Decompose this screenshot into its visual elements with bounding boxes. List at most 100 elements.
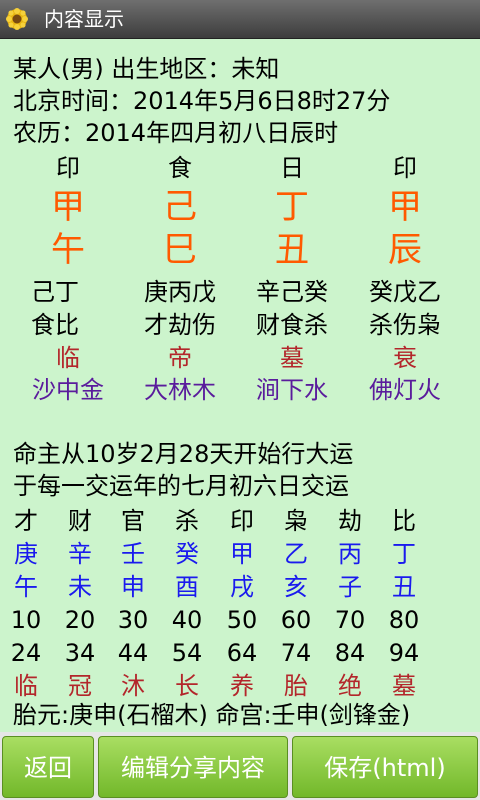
pillar-nayin: 佛灯火 <box>369 376 441 404</box>
luck-branch: 午 <box>14 573 38 601</box>
pillar-god: 日 <box>280 154 304 182</box>
pillar-hidden-gods: 杀伤枭 <box>369 311 441 339</box>
pillar-hidden-gods: 才劫伤 <box>144 311 216 339</box>
luck-god: 比 <box>392 507 416 535</box>
luck-end-age: 94 <box>388 639 420 667</box>
luck-god: 枭 <box>284 507 308 535</box>
luck-phase: 冠 <box>68 672 92 700</box>
info-line-beijing-time: 北京时间：2014年5月6日8时27分 <box>13 87 391 115</box>
pillar-hidden-gods: 财食杀 <box>256 311 328 339</box>
luck-branch: 亥 <box>284 573 308 601</box>
pillar-nayin-row: 沙中金 大林木 涧下水 佛灯火 <box>0 372 480 408</box>
pillar-phases-row: 临 帝 墓 衰 <box>0 340 480 376</box>
luck-god: 才 <box>14 507 38 535</box>
back-button[interactable]: 返回 <box>2 736 94 798</box>
luck-start-age: 10 <box>10 606 42 634</box>
pillar-phase: 墓 <box>280 344 304 372</box>
luck-branch: 戌 <box>230 573 254 601</box>
luck-start-age: 20 <box>64 606 96 634</box>
luck-stem: 甲 <box>230 540 254 568</box>
luck-start-age: 40 <box>171 606 203 634</box>
pillar-hidden-stems-row: 己丁 庚丙戊 辛己癸 癸戊乙 <box>0 274 480 310</box>
luck-start-age: 30 <box>117 606 149 634</box>
pillar-hidden-stems: 己丁 <box>31 278 79 306</box>
luck-phase: 墓 <box>392 672 416 700</box>
luck-end-age: 64 <box>226 639 258 667</box>
luck-stem: 癸 <box>175 540 199 568</box>
luck-start-age: 80 <box>388 606 420 634</box>
pillar-stem: 己 <box>163 187 197 227</box>
window-title: 内容显示 <box>44 7 124 31</box>
luck-stem: 辛 <box>68 540 92 568</box>
luck-start-age: 60 <box>280 606 312 634</box>
pillar-phase: 帝 <box>168 344 192 372</box>
pillar-stems-row: 甲 己 丁 甲 <box>0 189 480 229</box>
luck-god: 劫 <box>338 507 362 535</box>
luck-phase: 绝 <box>338 672 362 700</box>
taiyuan-minggong-line: 胎元:庚申(石榴木) 命宫:壬申(剑锋金) <box>13 701 411 729</box>
luck-stem: 丙 <box>338 540 362 568</box>
luck-end-ages-row: 24 34 44 54 64 74 84 94 <box>0 636 480 670</box>
pillar-god: 食 <box>168 154 192 182</box>
pillar-branches-row: 午 巳 丑 辰 <box>0 232 480 272</box>
pillar-nayin: 大林木 <box>144 376 216 404</box>
luck-stem: 庚 <box>14 540 38 568</box>
info-line-lunar: 农历：2014年四月初八日辰时 <box>13 119 339 147</box>
button-bar: 返回 编辑分享内容 保存(html) <box>0 732 480 800</box>
luck-phase: 沐 <box>121 672 145 700</box>
pillar-phase: 衰 <box>393 344 417 372</box>
luck-branch: 子 <box>338 573 362 601</box>
pillar-hidden-gods: 食比 <box>31 311 79 339</box>
pillar-branch: 丑 <box>275 230 309 270</box>
info-line-person: 某人(男) 出生地区：未知 <box>13 55 280 83</box>
luck-branch: 申 <box>121 573 145 601</box>
luck-stem: 壬 <box>121 540 145 568</box>
luck-end-age: 44 <box>117 639 149 667</box>
pillar-branch: 午 <box>51 230 85 270</box>
pillar-phase: 临 <box>56 344 80 372</box>
pillar-god: 印 <box>393 154 417 182</box>
luck-phase: 胎 <box>284 672 308 700</box>
content-area[interactable]: 某人(男) 出生地区：未知 北京时间：2014年5月6日8时27分 农历：201… <box>0 39 480 732</box>
pillar-god: 印 <box>56 154 80 182</box>
luck-intro-start: 命主从10岁2月28天开始行大运 <box>13 440 354 468</box>
pillar-stem: 甲 <box>388 187 422 227</box>
pillar-nayin: 沙中金 <box>32 376 104 404</box>
luck-branch: 酉 <box>175 573 199 601</box>
luck-end-age: 84 <box>334 639 366 667</box>
luck-start-ages-row: 10 20 30 40 50 60 70 80 <box>0 603 480 637</box>
luck-god: 官 <box>121 507 145 535</box>
luck-god: 财 <box>68 507 92 535</box>
pillar-hidden-stems: 辛己癸 <box>256 278 328 306</box>
luck-god: 杀 <box>175 507 199 535</box>
luck-phase: 长 <box>175 672 199 700</box>
pillar-stem: 丁 <box>275 187 309 227</box>
luck-end-age: 34 <box>64 639 96 667</box>
save-html-button[interactable]: 保存(html) <box>292 736 478 798</box>
luck-phase: 临 <box>14 672 38 700</box>
luck-start-age: 50 <box>226 606 258 634</box>
pillar-hidden-stems: 癸戊乙 <box>369 278 441 306</box>
pillar-gods-row: 印 食 日 印 <box>0 150 480 186</box>
pillar-hidden-gods-row: 食比 才劫伤 财食杀 杀伤枭 <box>0 307 480 343</box>
luck-stems-row: 庚 辛 壬 癸 甲 乙 丙 丁 <box>0 537 480 571</box>
luck-god: 印 <box>230 507 254 535</box>
pillar-branch: 巳 <box>163 230 197 270</box>
luck-branch: 丑 <box>392 573 416 601</box>
luck-end-age: 74 <box>280 639 312 667</box>
luck-phase: 养 <box>230 672 254 700</box>
luck-intro-change: 于每一交运年的七月初六日交运 <box>13 472 349 500</box>
pillar-hidden-stems: 庚丙戊 <box>144 278 216 306</box>
luck-branches-row: 午 未 申 酉 戌 亥 子 丑 <box>0 570 480 604</box>
pillar-stem: 甲 <box>51 187 85 227</box>
sunflower-icon <box>6 8 28 30</box>
luck-gods-row: 才 财 官 杀 印 枭 劫 比 <box>0 504 480 538</box>
luck-branch: 未 <box>68 573 92 601</box>
luck-end-age: 54 <box>171 639 203 667</box>
title-bar: 内容显示 <box>0 0 480 39</box>
edit-share-button[interactable]: 编辑分享内容 <box>98 736 288 798</box>
luck-stem: 丁 <box>392 540 416 568</box>
luck-phases-row: 临 冠 沐 长 养 胎 绝 墓 <box>0 669 480 703</box>
luck-end-age: 24 <box>10 639 42 667</box>
pillar-branch: 辰 <box>388 230 422 270</box>
